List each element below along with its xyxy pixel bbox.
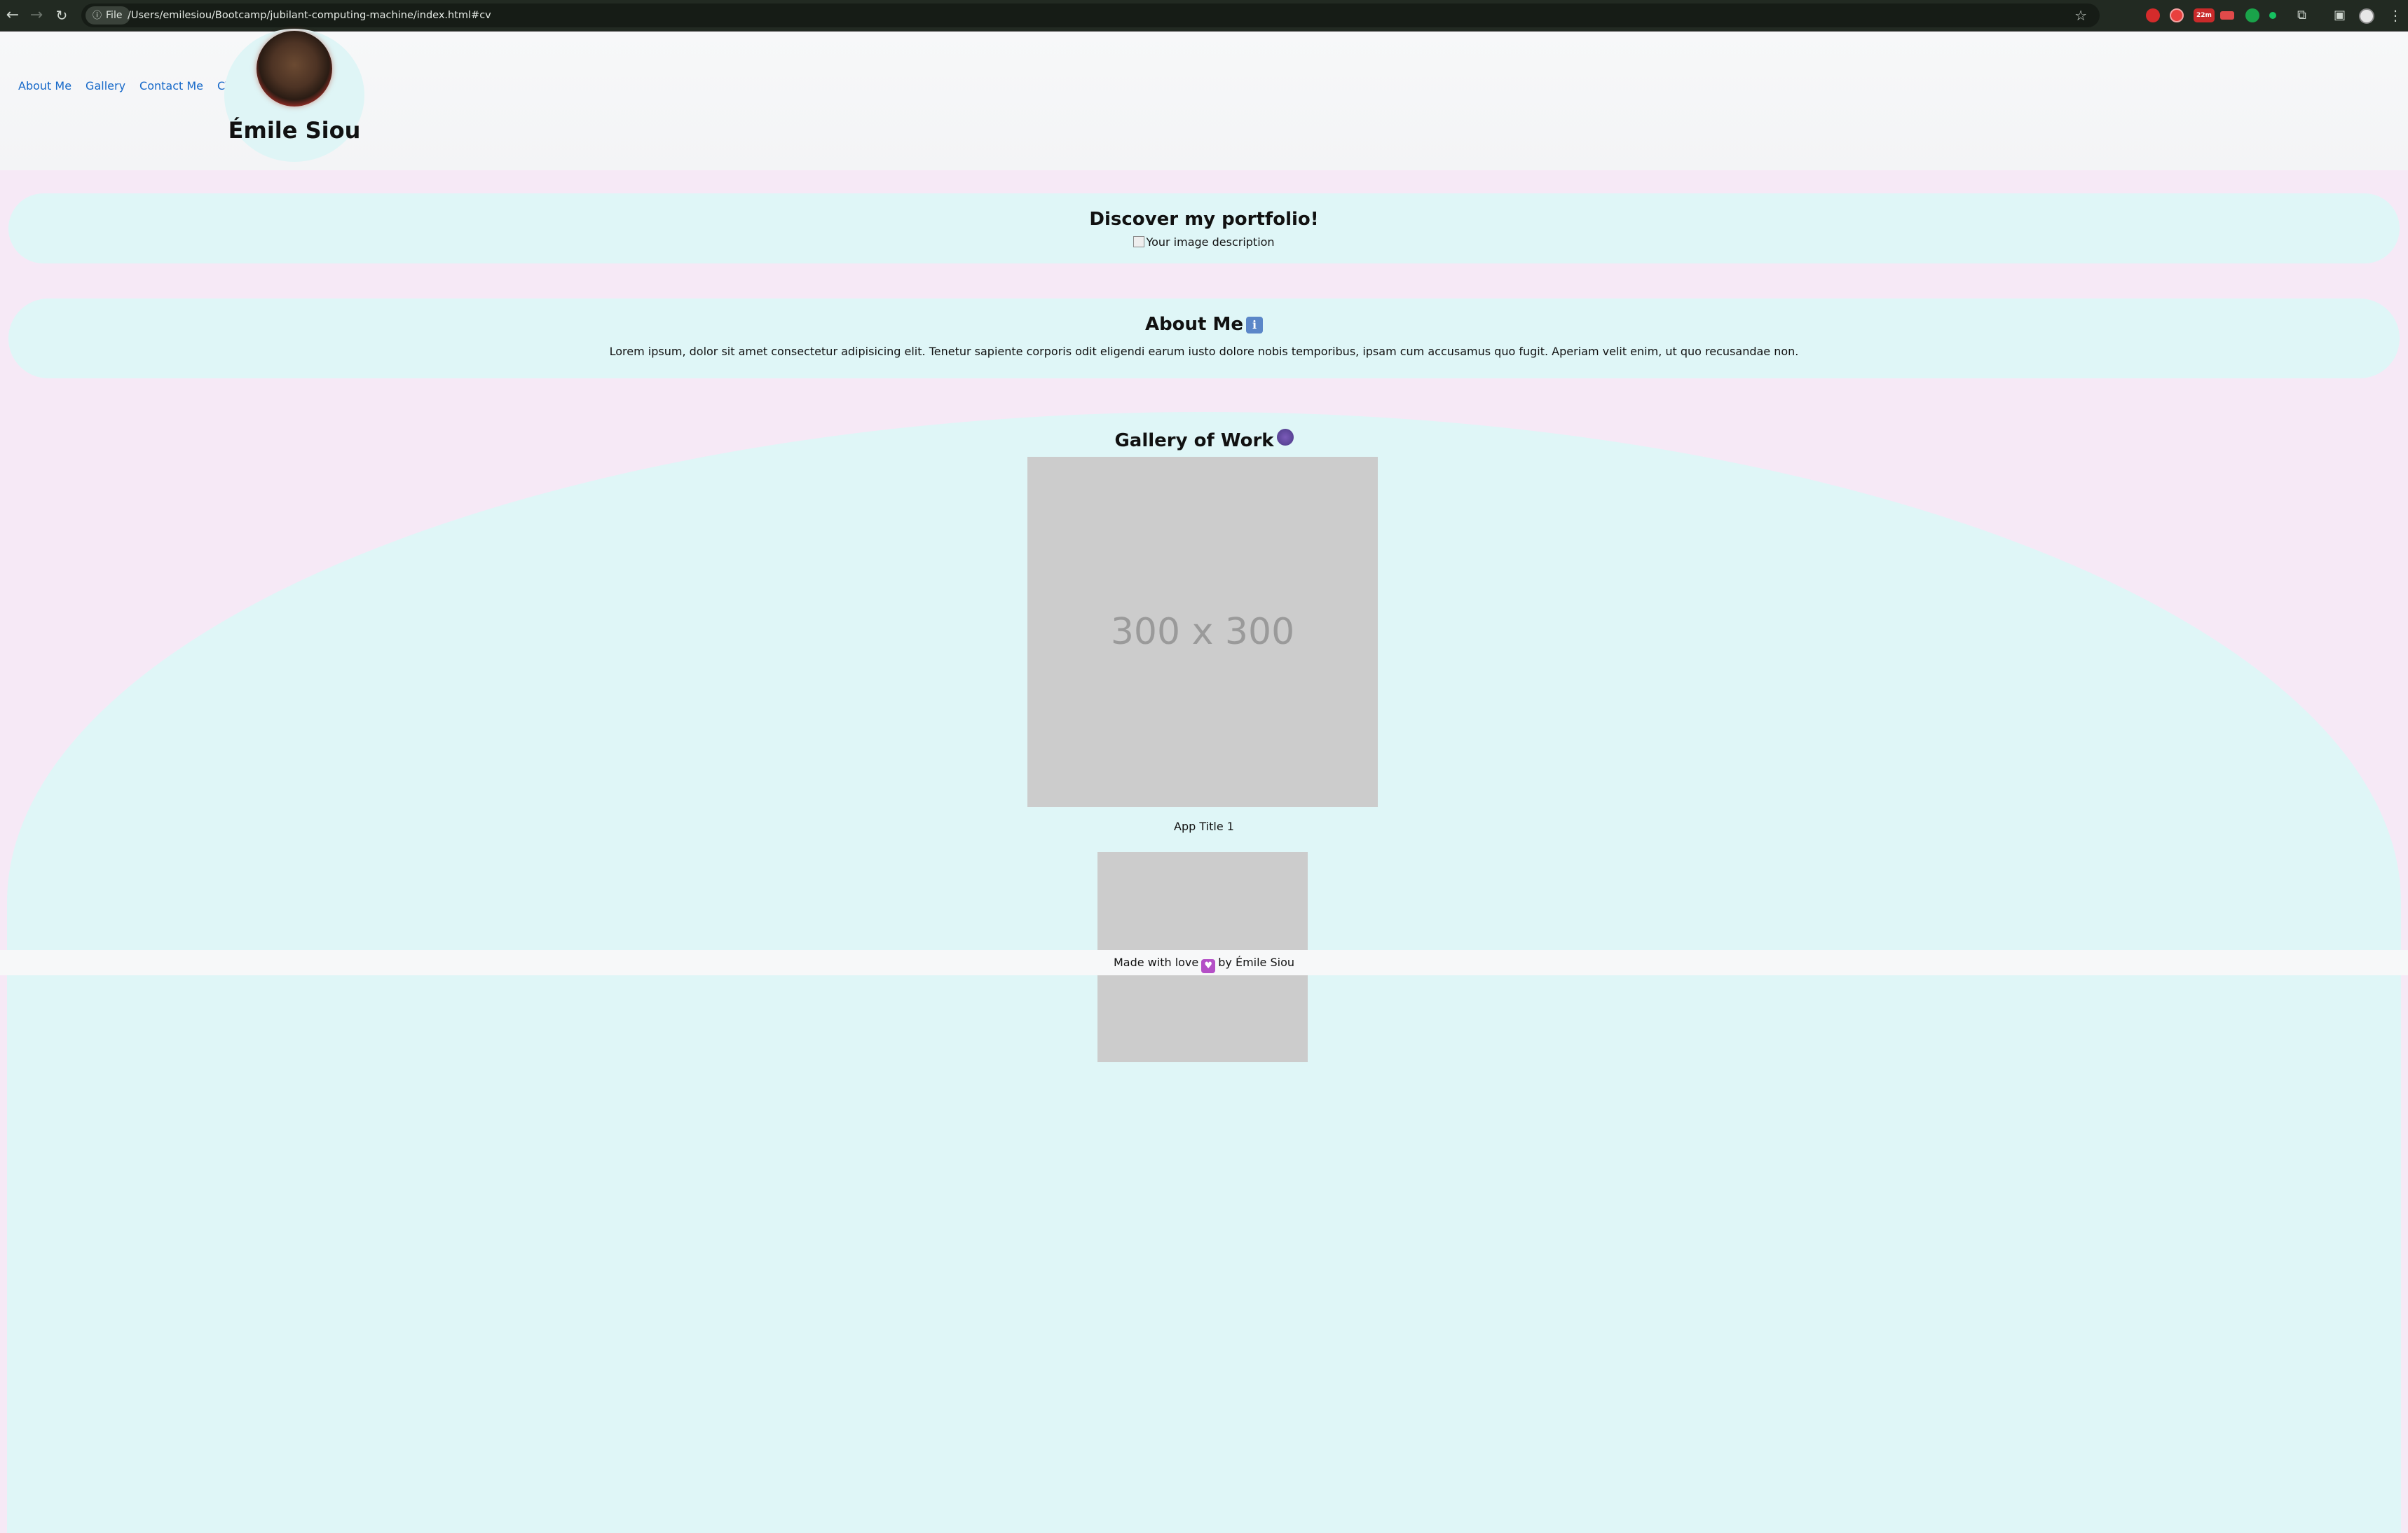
star-icon[interactable]: ☆ bbox=[2074, 4, 2087, 27]
site-header: About Me Gallery Contact Me CV Émile Sio… bbox=[0, 29, 2408, 170]
extension-timer-badge[interactable]: 22m bbox=[2194, 8, 2215, 22]
back-icon[interactable]: ← bbox=[1, 4, 24, 27]
gallery-title-text: Gallery of Work bbox=[1114, 430, 1274, 451]
url-text[interactable]: /Users/emilesiou/Bootcamp/jubilant-compu… bbox=[128, 4, 491, 27]
extension-video-icon[interactable] bbox=[2220, 11, 2234, 20]
extension-red-icon[interactable] bbox=[2146, 8, 2160, 22]
extension-green-dot-icon[interactable] bbox=[2269, 12, 2276, 19]
reload-icon[interactable]: ↻ bbox=[50, 4, 73, 27]
nav-link-about[interactable]: About Me bbox=[18, 79, 71, 92]
hero-image-alt: Your image description bbox=[1146, 235, 1275, 249]
file-label: File bbox=[106, 10, 123, 21]
hero-section: Discover my portfolio! Your image descri… bbox=[0, 175, 2408, 276]
avatar bbox=[256, 31, 332, 106]
about-title: About Me ℹ bbox=[0, 314, 2408, 335]
gallery-title: Gallery of Work bbox=[0, 429, 2408, 451]
galaxy-emoji-icon bbox=[1276, 429, 1294, 446]
gallery-section: Gallery of Work 300 x 300 App Title 1 bbox=[0, 397, 2408, 1533]
footer-prefix: Made with love bbox=[1113, 956, 1199, 969]
about-title-text: About Me bbox=[1144, 314, 1244, 335]
broken-image-icon bbox=[1133, 236, 1145, 247]
address-bar[interactable]: ⓘ File /Users/emilesiou/Bootcamp/jubilant… bbox=[81, 4, 2100, 27]
main-nav: About Me Gallery Contact Me CV bbox=[18, 79, 233, 92]
browser-toolbar: ← → ↻ ⓘ File /Users/emilesiou/Bootcamp/ju… bbox=[0, 0, 2408, 32]
site-name: Émile Siou bbox=[228, 117, 361, 144]
gallery-caption-1: App Title 1 bbox=[1174, 820, 1234, 833]
footer-suffix: by Émile Siou bbox=[1218, 956, 1295, 969]
sidebar-icon[interactable]: ▣ bbox=[2334, 4, 2346, 27]
site-info-chip[interactable]: ⓘ File bbox=[85, 6, 131, 25]
heart-icon: ♥ bbox=[1201, 959, 1216, 973]
nav-link-gallery[interactable]: Gallery bbox=[85, 79, 125, 92]
extension-check-icon[interactable] bbox=[2245, 8, 2259, 22]
extensions-icon[interactable]: ⧉ bbox=[2297, 4, 2306, 27]
gallery-image-1[interactable]: 300 x 300 bbox=[1027, 457, 1378, 807]
site-footer: Made with love ♥ by Émile Siou bbox=[0, 950, 2408, 975]
extension-target-icon[interactable] bbox=[2170, 8, 2184, 22]
info-emoji-icon: ℹ bbox=[1246, 317, 1264, 334]
about-panel bbox=[8, 298, 2400, 378]
nav-link-contact[interactable]: Contact Me bbox=[139, 79, 203, 92]
forward-icon[interactable]: → bbox=[25, 4, 48, 27]
profile-icon[interactable] bbox=[2359, 8, 2374, 24]
info-icon: ⓘ bbox=[93, 11, 102, 21]
about-section: About Me ℹ Lorem ipsum, dolor sit amet co… bbox=[0, 282, 2408, 387]
menu-icon[interactable]: ⋮ bbox=[2388, 4, 2402, 27]
hero-title: Discover my portfolio! bbox=[1089, 209, 1319, 230]
about-text: Lorem ipsum, dolor sit amet consectetur … bbox=[609, 345, 1799, 358]
hero-image: Your image description bbox=[0, 235, 2408, 249]
